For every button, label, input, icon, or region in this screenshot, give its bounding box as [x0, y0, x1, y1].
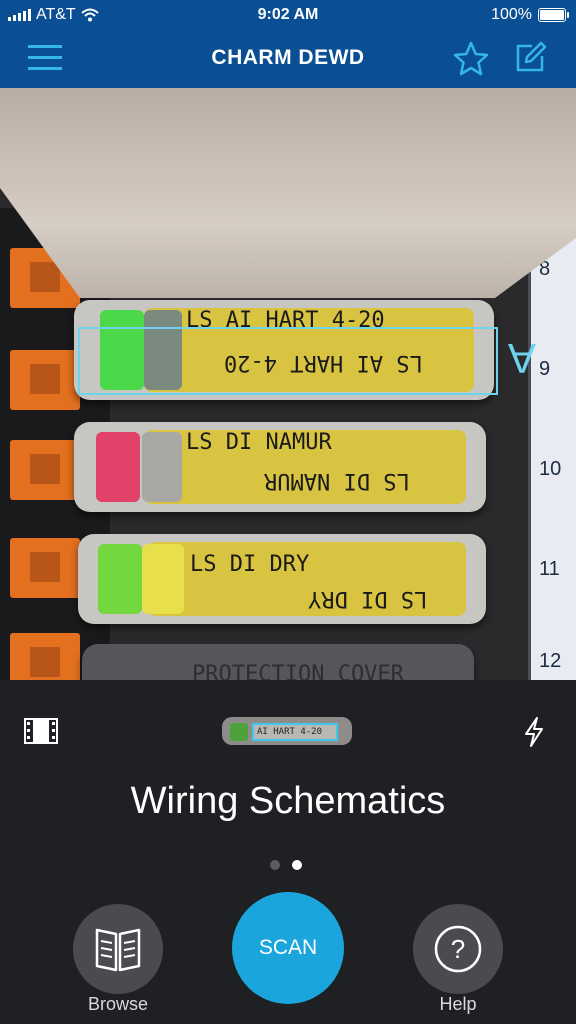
help-symbol: ?	[451, 934, 465, 964]
thumbnail-label: AI HART 4-20	[252, 723, 338, 741]
page-indicator[interactable]	[270, 860, 302, 870]
tool-row: AI HART 4-20	[0, 700, 576, 760]
page-dot-active[interactable]	[292, 860, 302, 870]
status-led	[98, 544, 142, 614]
page-dot[interactable]	[270, 860, 280, 870]
terminal-clip	[10, 350, 80, 410]
status-led	[96, 432, 140, 502]
browse-label: Browse	[87, 994, 149, 1014]
nav-bar: CHARM DEWD	[0, 30, 576, 88]
help-label: Help	[439, 994, 477, 1014]
panel-number: 9	[539, 358, 551, 380]
terminal-clip	[10, 538, 80, 598]
terminal-clip	[10, 633, 80, 680]
battery-status: 100%	[491, 6, 569, 24]
module-label-inverted: LS DI NAMUR	[264, 468, 410, 493]
protection-cover: PROTECTION COVER	[82, 644, 474, 680]
status-bar: AT&T 9:02 AM 100%	[0, 0, 576, 30]
charm-module: LS DI DRY LS DI DRY	[78, 534, 486, 624]
module-label: LS DI DRY	[190, 552, 310, 577]
edit-icon[interactable]	[512, 40, 548, 76]
detected-module-thumbnail[interactable]: AI HART 4-20	[222, 714, 354, 748]
module-label-inverted: LS DI DRY	[308, 586, 428, 611]
terminal-clip	[10, 440, 80, 500]
battery-icon	[538, 8, 569, 22]
module-label: LS DI NAMUR	[186, 430, 332, 455]
film-strip-icon[interactable]	[24, 718, 58, 744]
panel-number: 12	[539, 650, 562, 672]
terminal-label-panel: 8 9 10 11 12	[528, 228, 576, 680]
alignment-marker: A	[508, 335, 537, 382]
scan-button[interactable]: SCAN	[232, 892, 344, 1004]
help-button[interactable]: ?	[413, 904, 503, 994]
scan-selection-box	[78, 327, 498, 395]
book-icon	[95, 928, 141, 972]
flash-icon[interactable]	[522, 716, 546, 748]
page-title: Wiring Schematics	[130, 780, 446, 822]
panel-number: 10	[539, 458, 562, 480]
camera-view[interactable]: 8 9 10 11 12 LS AI HART 4-20 LS AI HART …	[0, 88, 576, 680]
charm-module: LS DI NAMUR LS DI NAMUR	[74, 422, 486, 512]
help-icon: ?	[434, 925, 482, 973]
browse-button[interactable]	[73, 904, 163, 994]
module-label: PROTECTION COVER	[192, 662, 404, 680]
panel-number: 11	[539, 558, 560, 580]
star-icon[interactable]	[452, 40, 490, 78]
scan-label: SCAN	[258, 936, 318, 959]
battery-percent: 100%	[491, 6, 532, 23]
status-time: 9:02 AM	[257, 6, 319, 23]
